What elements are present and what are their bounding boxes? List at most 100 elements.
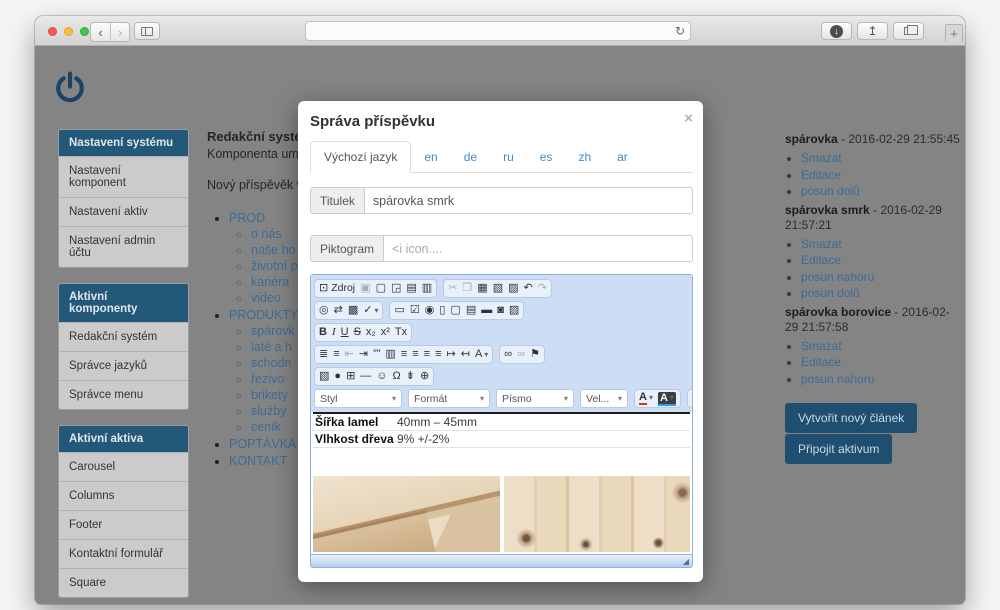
text-ltr-button[interactable]: ↦ bbox=[447, 349, 456, 360]
print-button[interactable]: ▤ bbox=[406, 283, 416, 294]
align-left-button[interactable]: ≡ bbox=[401, 349, 407, 360]
article-action-link[interactable]: Editace bbox=[801, 168, 841, 182]
link-button[interactable]: ∞ bbox=[504, 349, 512, 360]
subscript-button[interactable]: x₂ bbox=[366, 327, 376, 338]
strike-button[interactable]: S bbox=[354, 327, 361, 338]
form-button[interactable]: ▭ bbox=[394, 305, 404, 316]
tree-sublink[interactable]: ceník bbox=[251, 420, 281, 434]
iframe-button[interactable]: ⊕ bbox=[420, 371, 429, 382]
format-dropdown[interactable]: Formát bbox=[408, 389, 490, 408]
attach-asset-button[interactable]: Připojit aktivum bbox=[785, 434, 892, 464]
form-button-button[interactable]: ▬ bbox=[481, 305, 492, 316]
close-icon[interactable]: × bbox=[684, 113, 693, 125]
tab-overview-button[interactable] bbox=[893, 22, 924, 40]
find-button[interactable]: ◎ bbox=[319, 305, 329, 316]
undo-button[interactable]: ↶ bbox=[524, 283, 533, 294]
article-action-link[interactable]: Editace bbox=[801, 253, 841, 267]
share-button[interactable]: ↥ bbox=[857, 22, 888, 40]
sidebar-item[interactable]: Square bbox=[59, 568, 188, 597]
bulleted-list-button[interactable]: ≡ bbox=[333, 349, 339, 360]
sidebar-item[interactable]: Nastavení admin účtu bbox=[59, 226, 188, 267]
image-insert-button[interactable]: ▧ bbox=[319, 371, 329, 382]
back-button[interactable]: ‹ bbox=[91, 23, 110, 41]
close-window-button[interactable] bbox=[48, 27, 57, 36]
tree-sublink[interactable]: kariéra bbox=[251, 275, 289, 289]
tree-sublink[interactable]: řezivo bbox=[251, 372, 284, 386]
new-page-button[interactable]: ▢ bbox=[376, 283, 386, 294]
article-action-link[interactable]: Smazat bbox=[801, 339, 842, 353]
text-rtl-button[interactable]: ↤ bbox=[461, 349, 470, 360]
hidden-field-button[interactable]: ▨ bbox=[509, 305, 519, 316]
spell-check-button[interactable]: ✓ bbox=[363, 305, 378, 316]
tab-de[interactable]: de bbox=[451, 142, 490, 172]
sidebar-item[interactable]: Nastavení komponent bbox=[59, 156, 188, 197]
resize-handle-icon[interactable]: ◢ bbox=[683, 558, 689, 566]
sidebar-group-header[interactable]: Aktivní aktiva bbox=[59, 426, 188, 452]
sidebar-group-header[interactable]: Nastavení systému bbox=[59, 130, 188, 156]
sidebar-item[interactable]: Columns bbox=[59, 481, 188, 510]
tree-link[interactable]: KONTAKT bbox=[229, 454, 287, 468]
tab-výchozí-jazyk[interactable]: Výchozí jazyk bbox=[310, 141, 411, 173]
sidebar-item[interactable]: Redakční systém bbox=[59, 322, 188, 351]
source-button[interactable]: ⊡Zdroj bbox=[319, 283, 355, 294]
blockquote-button[interactable]: ”” bbox=[373, 349, 380, 360]
sidebar-item[interactable]: Správce menu bbox=[59, 380, 188, 409]
tree-sublink[interactable]: o nás bbox=[251, 227, 282, 241]
templates-button[interactable]: ▥ bbox=[422, 283, 432, 294]
bg-color-button[interactable]: A bbox=[658, 392, 676, 406]
horizontal-rule-button[interactable]: — bbox=[360, 371, 371, 382]
tab-zh[interactable]: zh bbox=[565, 142, 604, 172]
article-action-link[interactable]: Editace bbox=[801, 355, 841, 369]
create-article-button[interactable]: Vytvořit nový článek bbox=[785, 403, 917, 433]
page-break-button[interactable]: ⇟ bbox=[406, 371, 415, 382]
sidebar-item[interactable]: Carousel bbox=[59, 452, 188, 481]
language-button[interactable]: A bbox=[475, 349, 488, 360]
tree-link[interactable]: POPTÁVKA bbox=[229, 437, 296, 451]
tree-link[interactable]: PRODUKTY bbox=[229, 308, 298, 322]
sidebar-item[interactable]: Footer bbox=[59, 510, 188, 539]
paste-text-button[interactable]: ▧ bbox=[493, 283, 503, 294]
maximize-button[interactable]: ⇱ bbox=[692, 393, 693, 404]
tree-sublink[interactable]: video bbox=[251, 291, 281, 305]
title-input[interactable] bbox=[364, 187, 693, 214]
new-tab-button[interactable]: + bbox=[945, 24, 963, 42]
tree-sublink[interactable]: brikety bbox=[251, 388, 288, 402]
tree-sublink[interactable]: služby bbox=[251, 404, 286, 418]
tab-ar[interactable]: ar bbox=[604, 142, 641, 172]
article-action-link[interactable]: Smazat bbox=[801, 151, 842, 165]
sidebar-item[interactable]: Správce jazyků bbox=[59, 351, 188, 380]
size-dropdown[interactable]: Vel... bbox=[580, 389, 628, 408]
radio-button[interactable]: ◉ bbox=[425, 305, 435, 316]
font-dropdown[interactable]: Písmo bbox=[496, 389, 574, 408]
textarea-button[interactable]: ▢ bbox=[450, 305, 460, 316]
paste-word-button[interactable]: ▨ bbox=[508, 283, 518, 294]
article-action-link[interactable]: posun dolů bbox=[801, 184, 860, 198]
sidebar-toggle-button[interactable] bbox=[134, 22, 160, 40]
article-action-link[interactable]: posun nahoru bbox=[801, 270, 874, 284]
underline-button[interactable]: U bbox=[341, 327, 349, 338]
downloads-button[interactable]: ↓ bbox=[821, 22, 852, 40]
forward-button[interactable]: › bbox=[110, 23, 129, 41]
align-right-button[interactable]: ≡ bbox=[424, 349, 430, 360]
flash-button[interactable]: ● bbox=[334, 371, 341, 382]
address-bar[interactable]: ↻ bbox=[305, 21, 691, 41]
justify-button[interactable]: ≡ bbox=[435, 349, 441, 360]
preview-button[interactable]: ◲ bbox=[391, 283, 401, 294]
paste-button[interactable]: ▦ bbox=[477, 283, 487, 294]
replace-button[interactable]: ⇄ bbox=[334, 305, 343, 316]
checkbox-button[interactable]: ☑ bbox=[410, 305, 420, 316]
article-action-link[interactable]: posun nahoru bbox=[801, 372, 874, 386]
zoom-window-button[interactable] bbox=[80, 27, 89, 36]
tree-link[interactable]: PROD bbox=[229, 211, 265, 225]
smiley-button[interactable]: ☺ bbox=[376, 371, 387, 382]
tab-en[interactable]: en bbox=[411, 142, 450, 172]
style-dropdown[interactable]: Styl bbox=[314, 389, 402, 408]
tree-sublink[interactable]: latě a h bbox=[251, 340, 292, 354]
special-char-button[interactable]: Ω bbox=[393, 371, 401, 382]
sidebar-item[interactable]: Kontaktní formulář bbox=[59, 539, 188, 568]
sidebar-group-header[interactable]: Aktivní komponenty bbox=[59, 284, 188, 322]
tree-sublink[interactable]: spárovk bbox=[251, 324, 295, 338]
select-field-button[interactable]: ▤ bbox=[466, 305, 476, 316]
div-container-button[interactable]: ▥ bbox=[385, 349, 395, 360]
reload-icon[interactable]: ↻ bbox=[675, 24, 685, 38]
